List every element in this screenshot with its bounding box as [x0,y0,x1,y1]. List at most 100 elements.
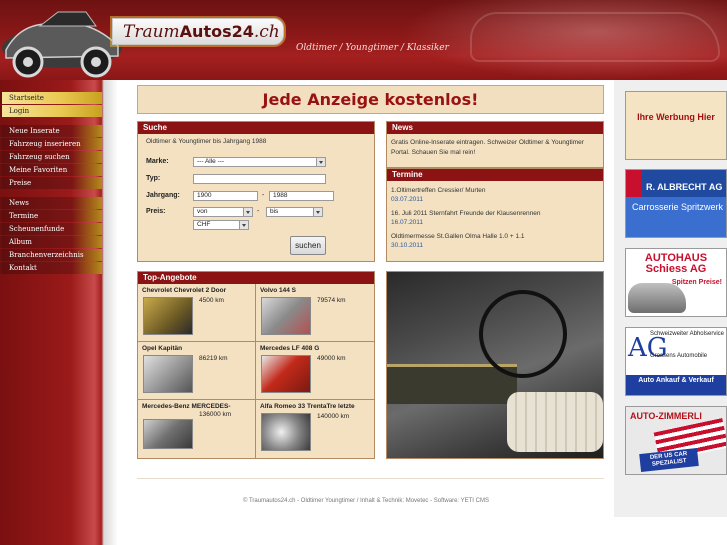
site-header: TraumAutos24.ch Oldtimer / Youngtimer / … [0,0,727,80]
ad-grossens-bottom: Auto Ankauf & Verkauf [626,375,726,395]
ad-albrecht-sub: Carrosserie Spritzwerk [626,197,726,237]
preis-label: Preis: [146,208,166,215]
nav-login[interactable]: Login [0,105,102,117]
header-car-silhouette [470,12,720,62]
ad-werbung[interactable]: Ihre Werbung Hier [625,91,727,160]
jahrgang-label: Jahrgang: [146,192,180,199]
nav-gap [0,118,102,125]
search-button[interactable]: suchen [290,236,326,255]
logo-car-image [2,11,122,78]
offer-thumbnail[interactable] [261,355,311,393]
nav-news[interactable]: News [0,197,102,209]
ad-grossens[interactable]: AG Schweizweiter Abholservice Grossens A… [625,327,727,396]
offer-item[interactable]: Volvo 144 S 79574 km [256,284,374,342]
offer-thumbnail[interactable] [143,355,193,393]
ad-zimmerli-title: AUTO-ZIMMERLI [630,411,702,421]
jahrgang-to-input[interactable]: 1988 [269,191,334,201]
event-date: 16.07.2011 [391,219,424,226]
chevron-down-icon [239,221,248,229]
preis-to-select[interactable]: bis [266,207,323,217]
offer-thumbnail[interactable] [261,413,311,451]
logo-text-light: Traum [123,22,180,42]
event-item[interactable]: 1.Oltimertreffen Cressier/ Murten 03.07.… [387,186,603,204]
nav-album[interactable]: Album [0,236,102,248]
header-tagline: Oldtimer / Youngtimer / Klassiker [296,43,449,53]
top-offers-title: Top-Angebote [138,272,374,284]
offer-title: Volvo 144 S [260,287,297,294]
offer-mileage: 79574 km [317,297,346,304]
event-item[interactable]: 16. Juli 2011 Sternfahrt Freunde der Kla… [387,209,603,227]
logo-text: TraumAutos24.ch [123,22,280,42]
offer-item[interactable]: Chevrolet Chevrolet 2 Door 4500 km [138,284,256,342]
offer-item[interactable]: Alfa Romeo 33 TrentaTre letzte 140000 km [256,400,374,458]
photo-steering-wheel [479,290,567,378]
photo-seat [507,392,603,452]
news-panel: News Gratis Online-Inserate eintragen. S… [386,121,604,168]
ad-grossens-mid: Grossens Automobile [650,353,708,359]
jahrgang-separator: - [262,192,265,199]
site-logo[interactable]: TraumAutos24.ch [112,18,284,45]
event-date: 03.07.2011 [391,196,424,203]
offer-mileage: 4500 km [199,297,224,304]
currency-select[interactable]: CHF [193,220,249,230]
search-intro: Oldtimer & Youngtimer bis Jahrgang 1988 [146,138,267,145]
top-offers-panel: Top-Angebote Chevrolet Chevrolet 2 Door … [137,271,375,459]
promo-banner-text: Jede Anzeige kostenlos! [262,90,479,109]
nav-scheunenfunde[interactable]: Scheunenfunde [0,223,102,235]
offer-mileage: 49000 km [317,355,346,362]
ad-zimmerli[interactable]: AUTO-ZIMMERLI DER US CAR SPEZIALIST [625,406,727,475]
ad-schiess[interactable]: AUTOHAUS Schiess AG Spitzen Preise! [625,248,727,317]
logo-text-bold: Autos24 [179,22,254,41]
ad-zimmerli-sub: DER US CAR SPEZIALIST [639,448,699,472]
jahrgang-from-input[interactable]: 1900 [193,191,258,201]
offer-item[interactable]: Opel Kapitän 86219 km [138,342,256,400]
event-item[interactable]: Oldtimermesse St.Gallen Olma Halle 1.0 +… [387,232,603,250]
marke-label: Marke: [146,158,169,165]
offer-title: Mercedes-Benz MERCEDES- [142,403,231,410]
event-title: 1.Oltimertreffen Cressier/ Murten [391,187,486,194]
preis-to-value: bis [270,208,279,215]
nav-branchenverzeichnis[interactable]: Branchenverzeichnis [0,249,102,261]
news-text: Gratis Online-Inserate eintragen. Schwei… [391,139,584,156]
footer-text: © Traumautos24.ch - Oldtimer Youngtimer … [243,498,489,504]
chevron-down-icon [313,208,322,216]
currency-value: CHF [197,221,211,228]
promo-banner: Jede Anzeige kostenlos! [137,85,604,114]
offer-thumbnail[interactable] [261,297,311,335]
featured-car-photo[interactable] [386,271,604,459]
nav-neue-inserate[interactable]: Neue Inserate [0,125,102,137]
chevron-down-icon [316,158,325,166]
nav-startseite[interactable]: Startseite [0,92,102,104]
nav-kontakt[interactable]: Kontakt [0,262,102,274]
nav-fahrzeug-suchen[interactable]: Fahrzeug suchen [0,151,102,163]
nav-gap [0,190,102,197]
ad-albrecht[interactable]: R. ALBRECHT AG Carrosserie Spritzwerk [625,169,727,238]
termine-panel-title: Termine [387,169,603,181]
preis-from-select[interactable]: von [193,207,253,217]
offer-thumbnail[interactable] [143,419,193,449]
offer-title: Alfa Romeo 33 TrentaTre letzte [260,403,355,410]
news-panel-title: News [387,122,603,134]
search-panel: Suche Oldtimer & Youngtimer bis Jahrgang… [137,121,375,262]
nav-fahrzeug-inserieren[interactable]: Fahrzeug inserieren [0,138,102,150]
marke-select-value: --- Alle --- [197,158,225,165]
nav-termine[interactable]: Termine [0,210,102,222]
event-date: 30.10.2011 [391,242,424,249]
typ-input[interactable] [193,174,326,184]
ad-schiess-sub: Spitzen Preise! [671,279,722,286]
nav-meine-favoriten[interactable]: Meine Favoriten [0,164,102,176]
preis-from-value: von [197,208,208,215]
nav-preise[interactable]: Preise [0,177,102,189]
marke-select[interactable]: --- Alle --- [193,157,326,167]
offer-item[interactable]: Mercedes LF 408 G 49000 km [256,342,374,400]
offer-mileage: 136000 km [199,411,232,418]
main-nav: Startseite Login Neue Inserate Fahrzeug … [0,92,102,275]
offer-item[interactable]: Mercedes-Benz MERCEDES- 136000 km [138,400,256,458]
footer-divider [137,478,604,479]
offer-thumbnail[interactable] [143,297,193,335]
ad-werbung-text: Ihre Werbung Hier [637,112,715,122]
event-title: Oldtimermesse St.Gallen Olma Halle 1.0 +… [391,233,525,240]
event-title: 16. Juli 2011 Sternfahrt Freunde der Kla… [391,210,541,217]
ad-albrecht-title: R. ALBRECHT AG [646,182,723,192]
offer-title: Chevrolet Chevrolet 2 Door [142,287,227,294]
